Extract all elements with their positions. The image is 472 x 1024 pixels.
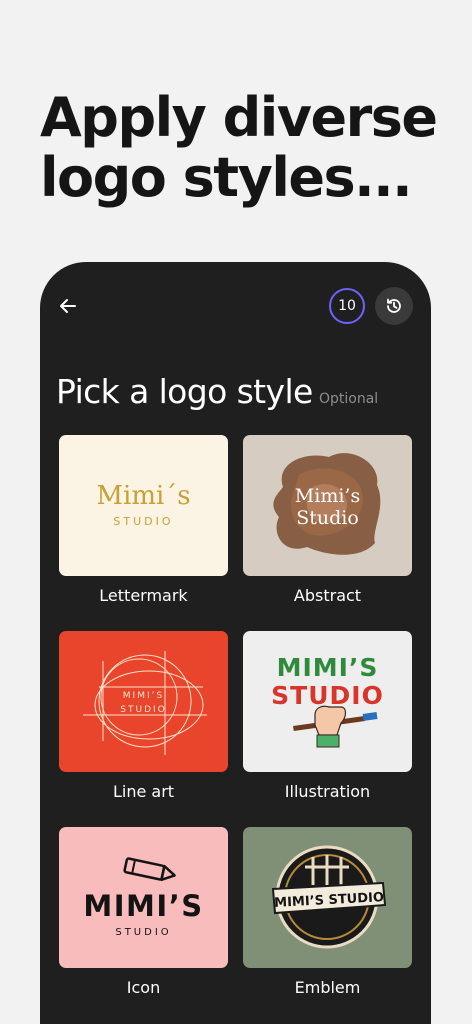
lettermark-preview: Mimi´s STUDIO <box>59 435 228 576</box>
headline: Apply diverse logo styles... <box>40 86 438 209</box>
section-title: Pick a logo style <box>56 372 313 411</box>
style-label: Illustration <box>284 782 371 801</box>
optional-label: Optional <box>319 391 379 407</box>
logo-line-1: Mimi’s <box>294 485 361 507</box>
style-card-abstract[interactable]: Mimi’s Studio Abstract <box>243 435 412 605</box>
icon-preview: MIMI’S STUDIO <box>59 827 228 968</box>
style-label: Abstract <box>293 586 362 605</box>
emblem-preview: MIMI’S STUDIO <box>243 827 412 968</box>
style-card-illustration[interactable]: MIMI’S STUDIO Illustration <box>243 631 412 801</box>
line-art-frame <box>83 651 207 755</box>
style-label: Line art <box>112 782 175 801</box>
style-card-icon[interactable]: MIMI’S STUDIO Icon <box>59 827 228 997</box>
logo-line-2: STUDIO <box>120 705 167 715</box>
arrow-left-icon <box>60 299 76 313</box>
history-button[interactable] <box>375 287 413 325</box>
back-button[interactable] <box>54 292 82 320</box>
logo-text: Mimi´s <box>96 481 191 511</box>
illustration-preview: MIMI’S STUDIO <box>243 631 412 772</box>
logo-subtext: STUDIO <box>115 927 172 938</box>
phone-screen: 10 Pick a logo style Optional Mimi´s STU… <box>40 262 431 1024</box>
style-label: Lettermark <box>99 586 188 605</box>
logo-text: MIMI’S <box>83 889 204 923</box>
line-art-preview: MIMI’S STUDIO <box>59 631 228 772</box>
style-card-line-art[interactable]: MIMI’S STUDIO Line art <box>59 631 228 801</box>
logo-subtext: STUDIO <box>113 515 174 528</box>
paintbrush-hand-icon <box>293 705 378 748</box>
logo-line-1: MIMI’S <box>122 691 165 701</box>
logo-text: Mimi’s Studio <box>243 485 412 529</box>
credits-counter[interactable]: 10 <box>329 288 365 324</box>
logo-line-2: Studio <box>296 507 359 529</box>
style-label: Emblem <box>294 978 361 997</box>
style-label: Icon <box>126 978 161 997</box>
style-card-lettermark[interactable]: Mimi´s STUDIO Lettermark <box>59 435 228 605</box>
history-icon <box>387 298 401 313</box>
abstract-preview: Mimi’s Studio <box>243 435 412 576</box>
emblem-badge: MIMI’S STUDIO <box>271 845 387 949</box>
style-card-emblem[interactable]: MIMI’S STUDIO Emblem <box>243 827 412 997</box>
